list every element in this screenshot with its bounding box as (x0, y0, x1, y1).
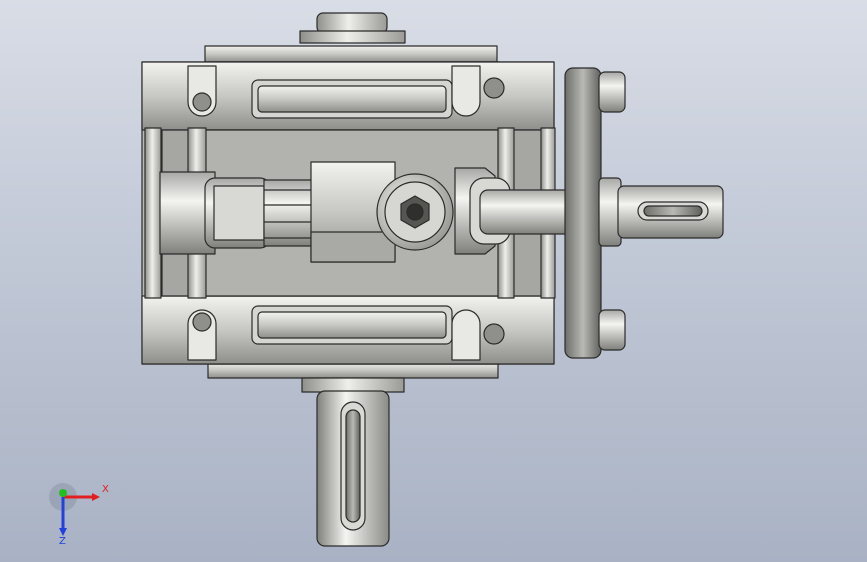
bottom-slot (251, 305, 453, 345)
coordinate-triad: X Z (40, 480, 120, 550)
z-axis-label: Z (59, 536, 66, 547)
hex-bolt-boss (376, 173, 454, 251)
gearbox-3d-model[interactable] (0, 0, 867, 562)
top-shaft-stub (204, 12, 498, 63)
right-output-shaft (617, 185, 724, 239)
y-axis-dot (59, 489, 67, 497)
left-inner-shaft (159, 171, 335, 255)
x-axis-label: X (102, 484, 109, 495)
bottom-output-shaft (207, 361, 499, 547)
right-flange (564, 67, 626, 359)
top-slot (251, 79, 453, 119)
graphics-viewport[interactable]: X Z (0, 0, 867, 562)
